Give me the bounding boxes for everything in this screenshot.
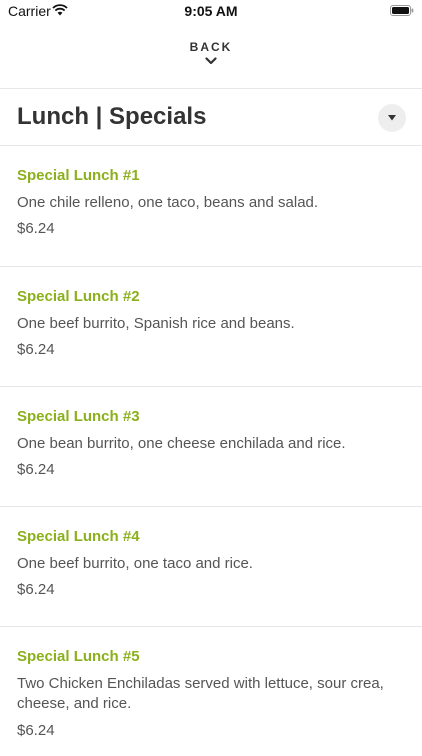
item-name: Special Lunch #3 (17, 408, 140, 425)
item-description: One beef burrito, Spanish rice and beans… (17, 315, 295, 332)
header-divider (0, 88, 422, 89)
clock: 9:05 AM (184, 3, 238, 19)
item-description: Two Chicken Enchiladas served with lettu… (17, 675, 384, 712)
menu-item-list: Special Lunch #1 One chile relleno, one … (0, 146, 422, 756)
menu-item[interactable]: Special Lunch #2 One beef burrito, Spani… (0, 266, 422, 386)
battery-icon (390, 5, 414, 16)
item-name: Special Lunch #1 (17, 167, 140, 184)
item-description: One bean burrito, one cheese enchilada a… (17, 435, 346, 452)
menu-item[interactable]: Special Lunch #5 Two Chicken Enchiladas … (0, 626, 422, 756)
item-name: Special Lunch #4 (17, 528, 140, 545)
item-price: $6.24 (17, 581, 55, 598)
item-price: $6.24 (17, 722, 55, 739)
page-title: Lunch | Specials (17, 103, 207, 130)
menu-item[interactable]: Special Lunch #1 One chile relleno, one … (0, 146, 422, 266)
item-description: One chile relleno, one taco, beans and s… (17, 194, 319, 211)
item-name: Special Lunch #2 (17, 288, 140, 305)
menu-item[interactable]: Special Lunch #4 One beef burrito, one t… (0, 506, 422, 626)
caret-down-icon (388, 115, 396, 121)
category-dropdown-button[interactable] (378, 104, 406, 132)
item-description: One beef burrito, one taco and rice. (17, 555, 253, 572)
back-label: BACK (189, 40, 233, 54)
status-bar: Carrier 9:05 AM (0, 0, 422, 22)
section-header: Lunch | Specials (0, 90, 422, 146)
item-price: $6.24 (17, 461, 55, 478)
item-price: $6.24 (17, 341, 55, 358)
item-name: Special Lunch #5 (17, 648, 140, 665)
item-price: $6.24 (17, 220, 55, 237)
chevron-down-icon (205, 57, 217, 65)
back-button[interactable]: BACK (0, 36, 422, 80)
menu-item[interactable]: Special Lunch #3 One bean burrito, one c… (0, 386, 422, 506)
